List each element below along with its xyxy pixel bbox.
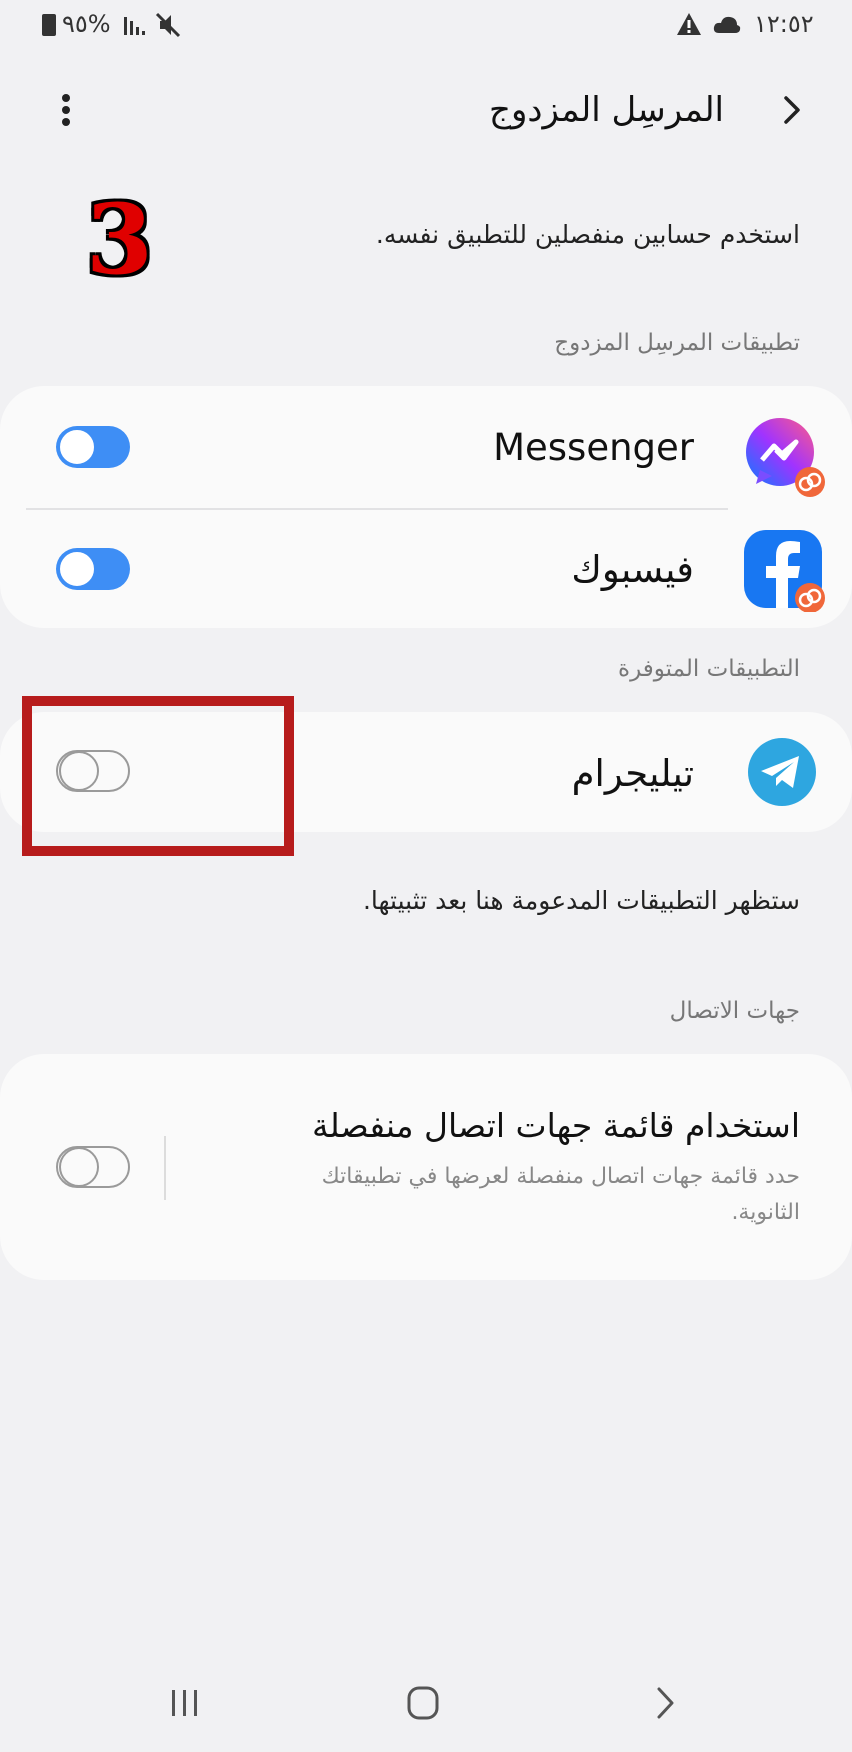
mute-icon [155,12,181,38]
telegram-icon [748,738,816,806]
setting-title: استخدام قائمة جهات اتصال منفصلة [311,1106,800,1145]
home-button[interactable] [398,1680,448,1726]
facebook-toggle[interactable] [56,548,130,590]
vertical-divider [164,1136,166,1200]
status-time: ١٢:٥٢ [754,10,814,38]
home-icon [407,1686,439,1720]
facebook-icon [744,530,825,612]
app-name-messenger: Messenger [493,426,694,469]
chevron-icon [784,96,800,124]
step-number-annotation: 3 [86,183,153,296]
back-nav-button[interactable] [640,1680,690,1726]
list-item-facebook[interactable]: فيسبوك [0,510,852,628]
separate-contacts-toggle[interactable] [56,1146,130,1188]
contacts-card: استخدام قائمة جهات اتصال منفصلة حدد قائم… [0,1054,852,1280]
more-options-button[interactable] [48,88,84,132]
messenger-icon [746,418,825,497]
toggle-knob [58,550,96,588]
recent-apps-icon [172,1690,197,1716]
warning-icon [677,13,701,35]
section-label-available-apps: التطبيقات المتوفرة [618,656,800,682]
dual-apps-card: Messenger فيسبوك [0,386,852,628]
back-nav-icon [657,1687,674,1719]
highlight-box-annotation [22,696,294,856]
status-bar: %٩٥ ١٢:٥٢ [0,0,852,52]
app-name-telegram: تيليجرام [571,752,694,795]
cloud-icon [713,16,741,33]
list-item-messenger[interactable]: Messenger [0,386,852,508]
toggle-knob [58,428,96,466]
back-button[interactable] [772,86,812,134]
messenger-toggle[interactable] [56,426,130,468]
battery-level: %٩٥ [62,10,111,38]
list-item-separate-contacts[interactable]: استخدام قائمة جهات اتصال منفصلة حدد قائم… [0,1054,852,1280]
available-apps-note: ستظهر التطبيقات المدعومة هنا بعد تثبيتها… [362,886,800,915]
page-description: استخدم حسابين منفصلين للتطبيق نفسه. [375,220,800,249]
battery-icon [42,14,56,36]
navigation-bar [0,1660,852,1752]
setting-description-line1: حدد قائمة جهات اتصال منفصلة لعرضها في تط… [321,1164,800,1189]
app-bar: المرسِل المزدوج [0,70,852,150]
toggle-knob [59,1147,99,1187]
section-label-contacts: جهات الاتصال [669,998,800,1024]
recent-apps-button[interactable] [160,1680,210,1726]
app-name-facebook: فيسبوك [571,548,694,591]
more-vertical-icon [62,94,70,126]
section-label-dual-apps: تطبيقات المرسِل المزدوج [554,330,800,356]
signal-icon [124,17,145,35]
setting-description-line2: الثانوية. [731,1200,800,1225]
page-title: المرسِل المزدوج [489,90,724,130]
